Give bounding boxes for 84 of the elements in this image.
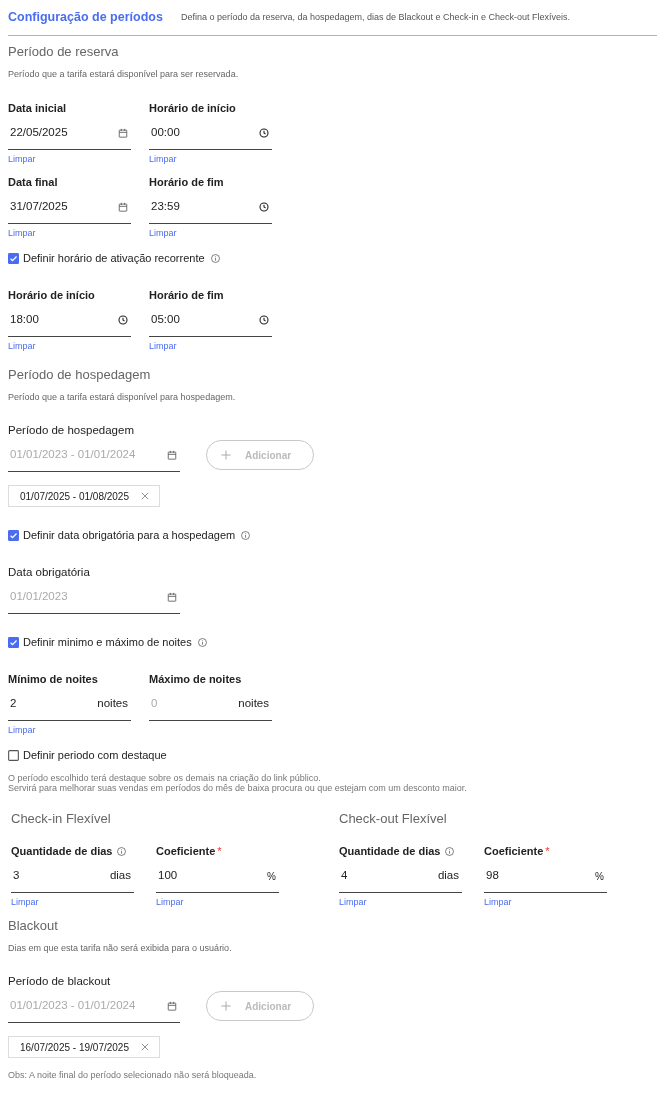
field-label: Horário de início — [8, 288, 95, 303]
field-label: Data final — [8, 175, 58, 190]
unit-label: noites — [97, 695, 128, 711]
number-input[interactable]: 100 % — [156, 859, 279, 893]
field-label: Data inicial — [8, 101, 67, 116]
clear-link[interactable]: Limpar — [156, 893, 184, 911]
section-description: Período que a tarifa estará disponível para ser reservada. — [8, 68, 240, 81]
close-icon[interactable] — [141, 492, 149, 500]
clear-link[interactable]: Limpar — [8, 224, 36, 242]
date-input[interactable]: 01/01/2023 - 01/01/2024 — [8, 438, 180, 472]
checkbox[interactable] — [8, 636, 19, 648]
clear-link[interactable]: Limpar — [149, 337, 177, 355]
field-label: Horário de fim — [149, 175, 224, 190]
calendar-icon — [118, 201, 128, 212]
chip-text: 01/07/2025 - 01/08/2025 — [20, 489, 129, 504]
clear-link[interactable]: Limpar — [149, 150, 177, 168]
date-input[interactable]: 31/07/2025 — [8, 190, 131, 224]
checkbox[interactable] — [8, 529, 19, 541]
clear-link[interactable]: Limpar — [149, 224, 177, 242]
field-label: Máximo de noites — [149, 672, 242, 687]
field-label: Mínimo de noites — [8, 672, 98, 687]
number-input[interactable]: 4 dias — [339, 859, 462, 893]
help-text: O período escolhido terá destaque sobre os demais na criação do link público. Servirá para melhorar suas vendas em períodos do mês de baixa procura ou que estejam com um desconto maior. — [8, 773, 468, 793]
chip-text: 16/07/2025 - 19/07/2025 — [20, 1040, 129, 1055]
clear-link[interactable]: Limpar — [11, 893, 39, 911]
close-icon[interactable] — [141, 1043, 149, 1051]
unit-label: % — [595, 870, 604, 884]
calendar-icon — [167, 449, 177, 460]
clear-link[interactable]: Limpar — [339, 893, 367, 911]
date-input[interactable]: 01/01/2023 - 01/01/2024 — [8, 989, 180, 1023]
required-mark: * — [545, 844, 550, 859]
plus-icon — [221, 1001, 231, 1011]
time-input[interactable]: 23:59 — [149, 190, 272, 224]
section-title: Blackout — [8, 917, 59, 935]
date-input[interactable]: 22/05/2025 — [8, 116, 131, 150]
field-label: Horário de fim — [149, 288, 224, 303]
checkbox[interactable] — [8, 749, 19, 761]
number-input[interactable]: 3 dias — [11, 859, 134, 893]
field-label: Quantidade de dias — [11, 844, 113, 859]
page-title: Configuração de períodos — [8, 9, 163, 27]
clear-link[interactable]: Limpar — [484, 893, 512, 911]
unit-label: % — [267, 870, 276, 884]
section-title: Check-out Flexível — [339, 810, 448, 828]
time-input[interactable]: 18:00 — [8, 303, 131, 337]
time-input[interactable]: 05:00 — [149, 303, 272, 337]
calendar-icon — [167, 1000, 177, 1011]
section-title: Check-in Flexível — [11, 810, 112, 828]
field-label: Período de blackout — [8, 974, 111, 989]
field-label: Horário de início — [149, 101, 236, 116]
unit-label: dias — [437, 867, 459, 883]
clock-icon — [259, 201, 269, 212]
field-label: Coeficiente — [484, 844, 544, 859]
calendar-icon — [118, 127, 128, 138]
checkbox-label: Definir minimo e máximo de noites — [23, 634, 192, 650]
section-description: Período que a tarifa estará disponível para hospedagem. — [8, 391, 237, 404]
plus-icon — [221, 450, 231, 460]
clear-link[interactable]: Limpar — [8, 337, 36, 355]
calendar-icon — [167, 591, 177, 602]
time-input[interactable]: 00:00 — [149, 116, 272, 150]
checkbox-label: Definir horário de ativação recorrente — [23, 250, 205, 266]
number-input[interactable]: 98 % — [484, 859, 607, 893]
checkbox-label: Definir data obrigatória para a hospedagem — [23, 527, 236, 543]
field-label: Coeficiente — [156, 844, 216, 859]
clock-icon — [118, 314, 128, 325]
page-description: Defina o período da reserva, da hospedagem, dias de Blackout e Check-in e Check-out Flexíveis. — [180, 10, 571, 24]
required-mark: * — [217, 844, 222, 859]
clock-icon — [259, 314, 269, 325]
section-description: Dias em que esta tarifa não será exibida para o usuário. — [8, 942, 233, 955]
clear-link[interactable]: Limpar — [8, 150, 36, 168]
field-label: Quantidade de dias — [339, 844, 441, 859]
clear-link[interactable]: Limpar — [8, 721, 36, 739]
unit-label: dias — [109, 867, 131, 883]
field-label: Data obrigatória — [8, 565, 90, 580]
checkbox-label: Definir periodo com destaque — [23, 747, 167, 763]
section-title: Período de hospedagem — [8, 366, 152, 384]
date-input[interactable]: 01/01/2023 — [8, 580, 180, 614]
unit-label: noites — [238, 695, 269, 711]
number-input[interactable]: 2 noites — [8, 687, 131, 721]
field-label: Período de hospedagem — [8, 423, 134, 438]
clock-icon — [259, 127, 269, 138]
number-input[interactable]: 0 noites — [149, 687, 272, 721]
checkbox[interactable] — [8, 252, 19, 264]
section-title: Período de reserva — [8, 43, 120, 61]
help-text: Obs: A noite final do período selecionado não será bloqueada. — [8, 1070, 258, 1080]
